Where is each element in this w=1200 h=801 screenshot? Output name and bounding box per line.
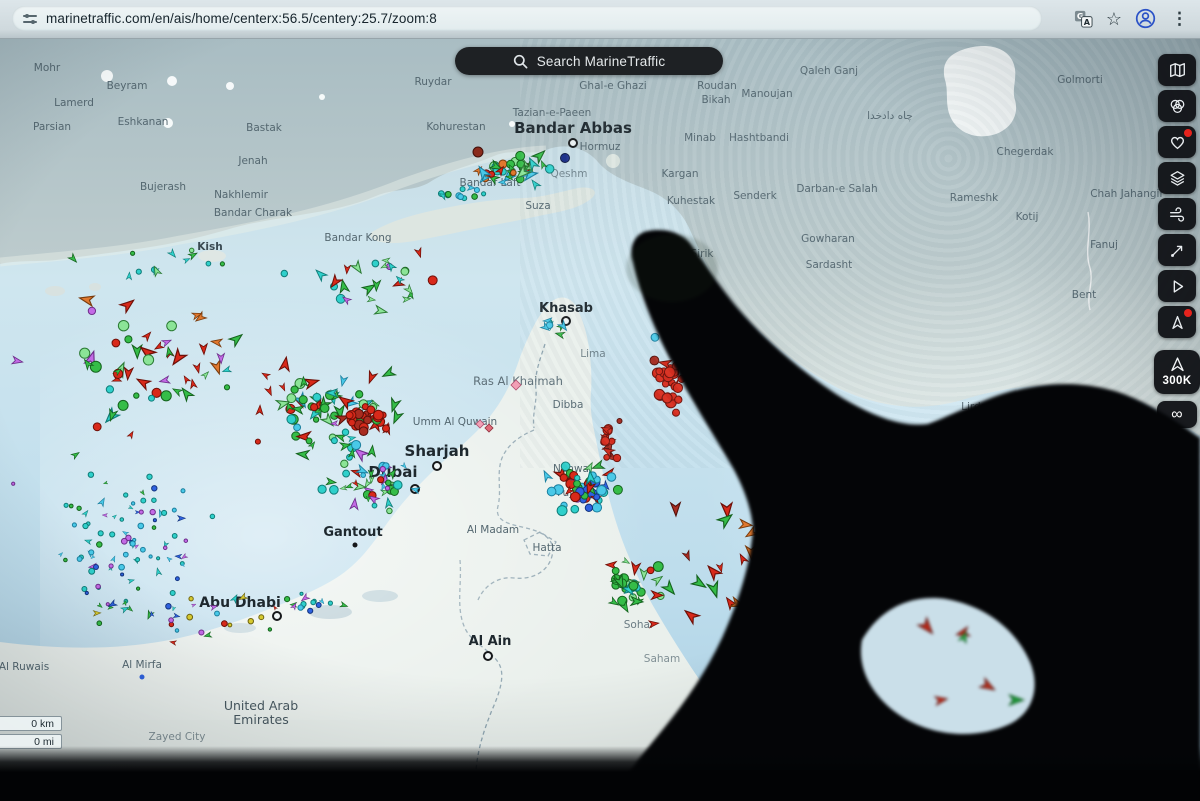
sidebar-voyage-planner-button[interactable] bbox=[1158, 306, 1196, 338]
sidebar-weather-button[interactable] bbox=[1158, 198, 1196, 230]
svg-text:Roudan: Roudan bbox=[697, 80, 737, 92]
svg-text:Fanuj: Fanuj bbox=[1090, 239, 1118, 251]
map-canvas[interactable]: Mohr Beyram Lamerd Parsian Eshkanan Bastak Jen… bbox=[0, 0, 1200, 801]
svg-text:Dibba: Dibba bbox=[553, 399, 584, 411]
svg-text:Chegerdak: Chegerdak bbox=[997, 146, 1055, 158]
notification-badge bbox=[1184, 309, 1192, 317]
sidebar-filters-button[interactable] bbox=[1158, 90, 1196, 122]
svg-text:Golmorti: Golmorti bbox=[1057, 74, 1102, 86]
map-toolbar: 300K ∞ bbox=[1152, 54, 1200, 428]
svg-text:Bandar Abbas: Bandar Abbas bbox=[514, 119, 632, 137]
svg-text:Al Ruwais: Al Ruwais bbox=[0, 661, 49, 673]
sidebar-favorites-button[interactable] bbox=[1158, 126, 1196, 158]
svg-text:Rameshk: Rameshk bbox=[950, 192, 999, 204]
hormuz-island bbox=[606, 154, 620, 168]
svg-text:Suza: Suza bbox=[525, 200, 550, 212]
svg-text:Mohr: Mohr bbox=[34, 62, 61, 74]
svg-text:Parsian: Parsian bbox=[33, 121, 71, 133]
svg-text:Bujerash: Bujerash bbox=[140, 181, 186, 193]
svg-text:Al Madam: Al Madam bbox=[467, 524, 519, 536]
svg-text:چاه دادخدا: چاه دادخدا bbox=[867, 110, 913, 122]
svg-text:Sirik: Sirik bbox=[691, 248, 715, 260]
browser-toolbar: marinetraffic.com/en/ais/home/centerx:56… bbox=[0, 0, 1200, 39]
svg-text:Eshkanan: Eshkanan bbox=[118, 116, 169, 128]
svg-text:Al Mirfa: Al Mirfa bbox=[122, 659, 162, 671]
infinity-button[interactable]: ∞ bbox=[1157, 401, 1197, 428]
svg-text:Bandar Kong: Bandar Kong bbox=[324, 232, 391, 244]
svg-text:Kish: Kish bbox=[197, 241, 222, 253]
svg-text:Senderk: Senderk bbox=[733, 190, 777, 202]
svg-text:United Arab: United Arab bbox=[224, 698, 298, 713]
svg-text:Sardasht: Sardasht bbox=[806, 259, 853, 271]
svg-text:Kohurestan: Kohurestan bbox=[426, 121, 485, 133]
profile-avatar-icon[interactable] bbox=[1135, 8, 1156, 29]
svg-text:Gowharan: Gowharan bbox=[801, 233, 855, 245]
svg-text:Bandar Charak: Bandar Charak bbox=[214, 207, 293, 219]
browser-menu-icon[interactable]: ⋮ bbox=[1169, 10, 1190, 27]
scale-km[interactable]: 0 km bbox=[0, 716, 62, 731]
svg-text:Nakhlemir: Nakhlemir bbox=[214, 189, 269, 201]
svg-text:Zarah: Zarah bbox=[1040, 410, 1071, 422]
svg-text:Qaleh Ganj: Qaleh Ganj bbox=[800, 65, 858, 77]
svg-text:Tazian-e-Paeen: Tazian-e-Paeen bbox=[512, 107, 592, 119]
vessel-counter[interactable]: 300K bbox=[1154, 350, 1200, 394]
svg-text:Hormuz: Hormuz bbox=[580, 141, 621, 153]
svg-text:Zayed City: Zayed City bbox=[149, 731, 206, 743]
svg-text:Lima: Lima bbox=[580, 348, 605, 360]
svg-text:Saham: Saham bbox=[644, 653, 680, 665]
scale-mi[interactable]: 0 mi bbox=[0, 734, 62, 749]
svg-text:Emirates: Emirates bbox=[233, 712, 288, 727]
svg-text:Kuhestak: Kuhestak bbox=[667, 195, 716, 207]
svg-text:Hashtbandi: Hashtbandi bbox=[729, 132, 789, 144]
svg-text:Minab: Minab bbox=[684, 132, 716, 144]
svg-text:Bikah: Bikah bbox=[701, 94, 730, 106]
svg-text:Al Ain: Al Ain bbox=[469, 634, 512, 649]
sidebar-measure-button[interactable] bbox=[1158, 234, 1196, 266]
svg-text:Abu Dhabi: Abu Dhabi bbox=[199, 595, 281, 611]
notification-badge bbox=[1184, 129, 1192, 137]
svg-text:Jenah: Jenah bbox=[237, 155, 267, 167]
svg-text:Lirdaf: Lirdaf bbox=[961, 401, 991, 413]
svg-text:Ruydar: Ruydar bbox=[414, 76, 452, 88]
svg-text:Manoujan: Manoujan bbox=[741, 88, 792, 100]
scale-mi-label: 0 mi bbox=[34, 736, 54, 748]
site-settings-icon[interactable] bbox=[23, 13, 37, 25]
sidebar-playback-button[interactable] bbox=[1158, 270, 1196, 302]
bookmark-star-icon[interactable]: ☆ bbox=[1106, 10, 1122, 28]
url-text: marinetraffic.com/en/ais/home/centerx:56… bbox=[46, 11, 437, 26]
vessel-arrow-icon bbox=[1169, 356, 1186, 373]
scale-km-label: 0 km bbox=[31, 718, 54, 730]
infinity-icon: ∞ bbox=[1171, 406, 1182, 424]
search-bar[interactable]: Search MarineTraffic bbox=[455, 47, 723, 75]
svg-text:Umm Al Quwain: Umm Al Quwain bbox=[413, 416, 497, 428]
svg-text:Bent: Bent bbox=[1072, 289, 1096, 301]
svg-text:Kargan: Kargan bbox=[661, 168, 698, 180]
svg-text:Qeshm: Qeshm bbox=[550, 168, 587, 180]
svg-text:Sharjah: Sharjah bbox=[405, 442, 470, 460]
svg-text:A: A bbox=[1084, 18, 1091, 27]
svg-text:Hatta: Hatta bbox=[533, 542, 562, 554]
svg-text:Bastak: Bastak bbox=[246, 122, 283, 134]
svg-text:Lamerd: Lamerd bbox=[54, 97, 94, 109]
photographed-screen: Mohr Beyram Lamerd Parsian Eshkanan Bastak Jen… bbox=[0, 0, 1200, 801]
svg-text:Darban-e Salah: Darban-e Salah bbox=[796, 183, 877, 195]
search-placeholder: Search MarineTraffic bbox=[537, 54, 666, 69]
svg-text:Gantout: Gantout bbox=[323, 525, 382, 540]
svg-text:Kotij: Kotij bbox=[1016, 211, 1039, 223]
vessel-count: 300K bbox=[1162, 375, 1191, 387]
svg-text:Sohar: Sohar bbox=[624, 619, 655, 631]
translate-icon[interactable]: G A bbox=[1074, 9, 1093, 28]
url-bar[interactable]: marinetraffic.com/en/ais/home/centerx:56… bbox=[12, 6, 1042, 31]
svg-text:Khasab: Khasab bbox=[539, 301, 593, 316]
sidebar-layers-button[interactable] bbox=[1158, 162, 1196, 194]
screen-glow-2 bbox=[560, 240, 1200, 700]
search-icon bbox=[513, 54, 528, 69]
marinetraffic-map[interactable]: Mohr Beyram Lamerd Parsian Eshkanan Bastak Jen… bbox=[0, 0, 1200, 801]
svg-text:Ghal-e Ghazi: Ghal-e Ghazi bbox=[579, 80, 646, 92]
sidebar-map-style-button[interactable] bbox=[1158, 54, 1196, 86]
svg-text:Beyram: Beyram bbox=[107, 80, 148, 92]
